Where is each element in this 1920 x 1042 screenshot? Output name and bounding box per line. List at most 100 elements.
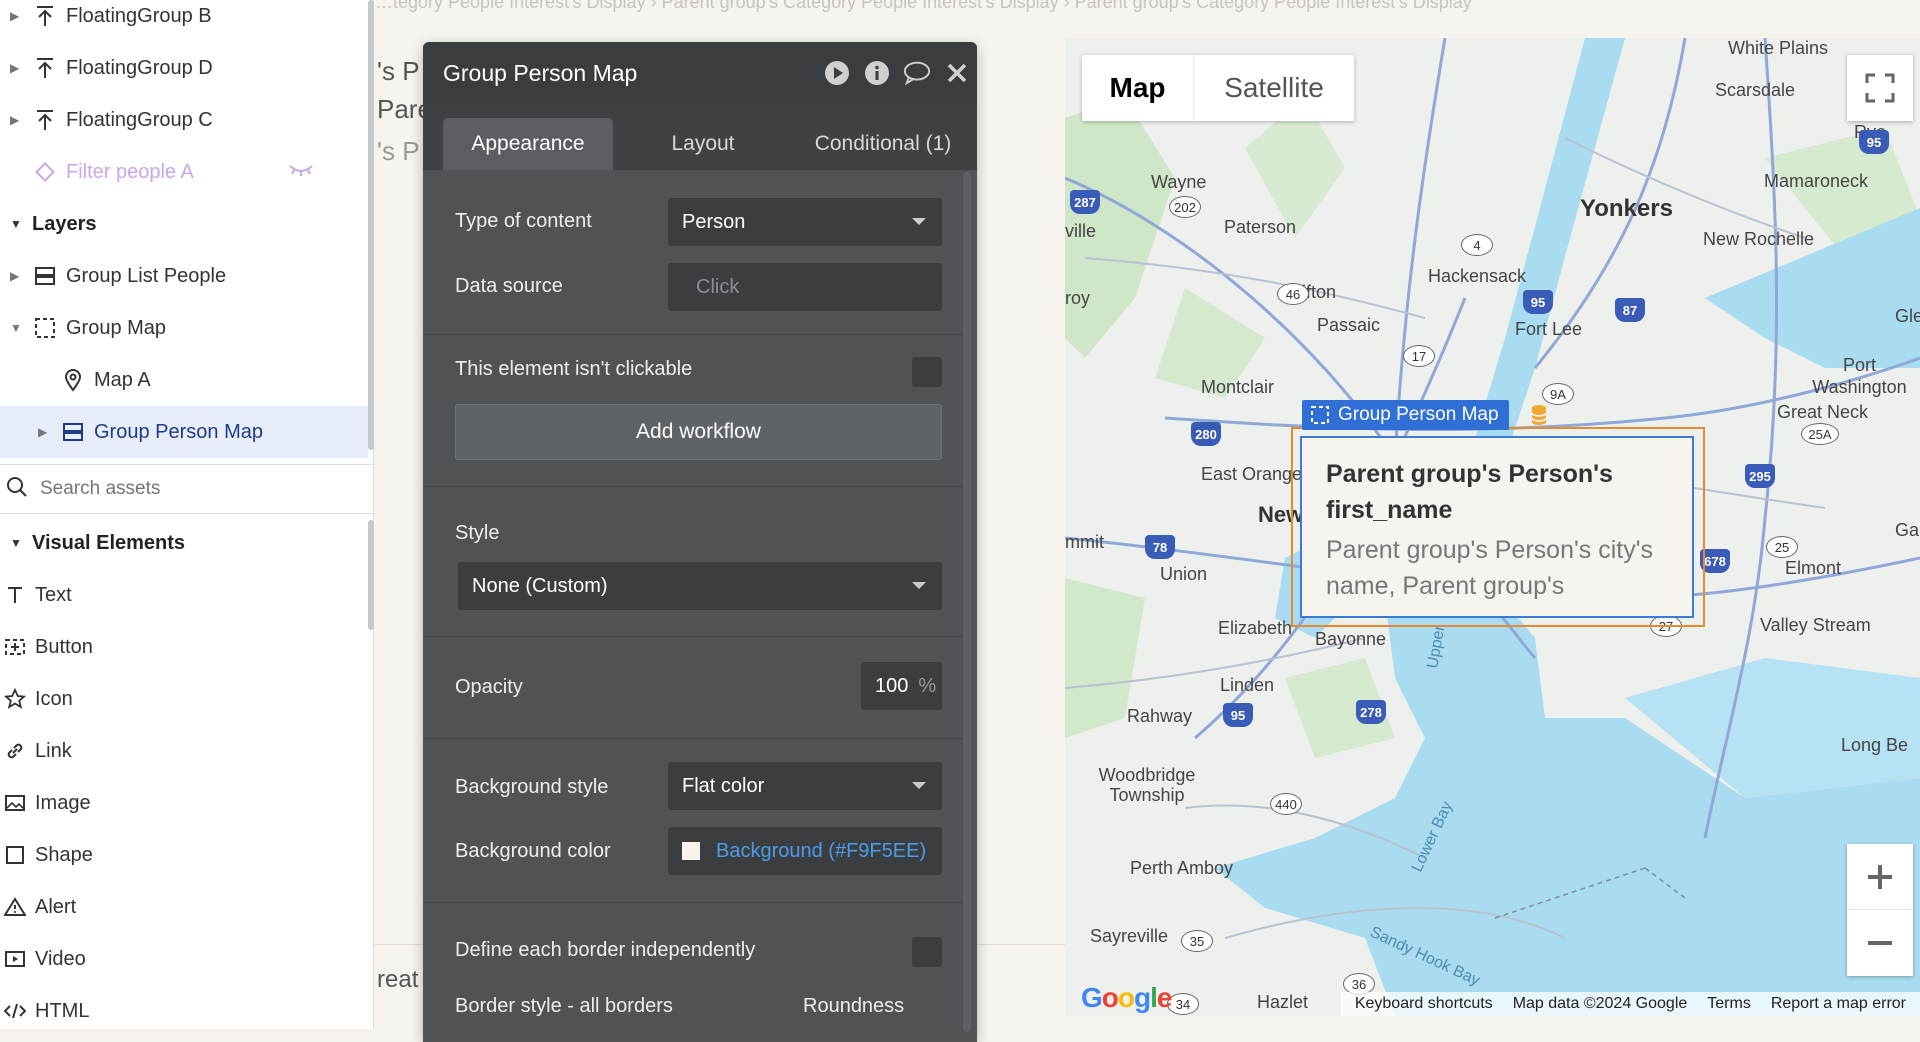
caret-right-icon[interactable]: ▶ [10, 61, 24, 75]
map-label: Gle [1895, 306, 1920, 326]
layer-item-group-person-map[interactable]: ▶ Group Person Map [0, 406, 368, 458]
image-icon [3, 793, 27, 813]
layer-item-group-list-people[interactable]: ▶ Group List People [0, 250, 368, 302]
type-of-content-dropdown[interactable]: Person [668, 198, 942, 246]
layer-item-map-a[interactable]: Map A [0, 354, 368, 406]
panel-scrollbar[interactable] [963, 172, 971, 1032]
group-person-map-card[interactable]: Parent group's Person's first_name Paren… [1300, 436, 1694, 618]
route-oval: 202 [1169, 196, 1201, 218]
terms-link[interactable]: Terms [1707, 995, 1751, 1013]
map-label: Passaic [1317, 315, 1381, 335]
border-independent-checkbox[interactable] [912, 937, 942, 967]
element-alert[interactable]: Alert [0, 881, 368, 933]
tab-conditional[interactable]: Conditional (1) [793, 118, 973, 170]
sidebar-scrollbar[interactable] [368, 0, 374, 450]
search-input[interactable] [38, 477, 338, 501]
keyboard-shortcuts-link[interactable]: Keyboard shortcuts [1355, 995, 1493, 1013]
eye-hidden-icon[interactable] [288, 160, 314, 186]
chevron-down-icon [912, 782, 926, 789]
style-dropdown[interactable]: None (Custom) [458, 562, 942, 610]
info-icon[interactable] [863, 59, 891, 87]
background-color-label: Background color [455, 840, 611, 862]
type-of-content-label: Type of content [455, 210, 592, 232]
map-pin-icon [60, 368, 86, 392]
background-color-picker[interactable]: Background (#F9F5EE) [668, 827, 942, 875]
element-button[interactable]: Button [0, 621, 368, 673]
tree-item-filter-people-a[interactable]: Filter people A [0, 146, 368, 198]
add-workflow-button[interactable]: Add workflow [455, 404, 942, 460]
tree-item-label: Filter people A [66, 160, 194, 183]
play-icon[interactable] [823, 59, 851, 87]
list-icon [32, 264, 58, 288]
map-label: Linden [1220, 675, 1275, 695]
caret-right-icon[interactable]: ▶ [10, 269, 24, 283]
opacity-value: 100 [875, 674, 909, 697]
background-style-dropdown[interactable]: Flat color [668, 762, 942, 810]
code-icon [3, 1001, 27, 1021]
map-type-satellite-button[interactable]: Satellite [1194, 55, 1354, 121]
google-logo: Google [1081, 982, 1172, 1013]
element-text[interactable]: Text [0, 569, 368, 621]
map-label: ville [1065, 221, 1097, 241]
highway-shield: 295 [1745, 464, 1775, 488]
highway-shield: 287 [1070, 190, 1100, 214]
tree-item-floatinggroup-c[interactable]: ▶ FloatingGroup C [0, 94, 368, 146]
element-image[interactable]: Image [0, 777, 368, 829]
element-html[interactable]: HTML [0, 985, 368, 1037]
layer-label: Group Map [66, 316, 167, 339]
close-icon[interactable] [943, 59, 971, 87]
map-label: Gar [1895, 520, 1920, 540]
caret-down-icon[interactable]: ▼ [10, 217, 24, 231]
not-clickable-checkbox[interactable] [912, 357, 942, 387]
caret-right-icon[interactable]: ▶ [10, 113, 24, 127]
map-attribution: Keyboard shortcuts Map data ©2024 Google… [1340, 992, 1920, 1016]
caret-right-icon[interactable]: ▶ [38, 425, 52, 439]
roundness-label: Roundness [803, 995, 905, 1017]
comment-icon[interactable] [903, 59, 931, 87]
layer-item-group-map[interactable]: ▼ Group Map [0, 302, 368, 354]
star-icon [3, 688, 27, 710]
breadcrumb: …tegory People Interest's Display › Pare… [375, 0, 1472, 12]
floating-group-icon [32, 4, 58, 28]
caret-right-icon[interactable]: ▶ [10, 9, 24, 23]
layers-section-header[interactable]: ▼ Layers [0, 199, 368, 249]
report-error-link[interactable]: Report a map error [1771, 995, 1906, 1013]
data-source-field[interactable]: Click [668, 263, 942, 311]
route-oval: 25 [1766, 536, 1798, 558]
canvas-text: 's P [377, 136, 420, 166]
tab-appearance[interactable]: Appearance [443, 118, 613, 170]
zoom-in-icon[interactable] [1847, 844, 1913, 910]
selected-element-badge[interactable]: Group Person Map [1302, 400, 1509, 430]
opacity-input[interactable]: 100 % [861, 662, 942, 710]
highway-shield: 278 [1356, 700, 1386, 724]
visual-elements-section-header[interactable]: ▼ Visual Elements [0, 518, 368, 568]
element-label: Button [35, 635, 93, 658]
element-label: Alert [35, 895, 77, 918]
group-icon [32, 316, 58, 340]
map-label: Hazlet [1257, 992, 1309, 1012]
tab-layout[interactable]: Layout [623, 118, 783, 170]
element-shape[interactable]: Shape [0, 829, 368, 881]
tree-item-floatinggroup-d[interactable]: ▶ FloatingGroup D [0, 42, 368, 94]
style-label: Style [455, 522, 500, 544]
diamond-icon [32, 160, 58, 184]
property-editor-panel: Group Person Map Appearance Layout Condi… [423, 42, 977, 1042]
caret-down-icon[interactable]: ▼ [10, 321, 24, 335]
color-swatch[interactable] [682, 842, 700, 860]
caret-down-icon[interactable]: ▼ [10, 536, 24, 550]
square-icon [3, 845, 27, 865]
map-data-text: Map data ©2024 Google [1512, 995, 1688, 1012]
map-label: Paterson [1224, 217, 1297, 237]
map-type-map-button[interactable]: Map [1082, 55, 1194, 121]
layers-heading: Layers [32, 212, 97, 235]
element-icon[interactable]: Icon [0, 673, 368, 725]
canvas-text: 's P [377, 56, 420, 86]
element-label: Shape [35, 843, 93, 866]
sidebar-scrollbar[interactable] [368, 520, 374, 630]
element-link[interactable]: Link [0, 725, 368, 777]
fullscreen-icon[interactable] [1847, 55, 1913, 121]
element-video[interactable]: Video [0, 933, 368, 985]
tree-item-floatinggroup-b[interactable]: ▶ FloatingGroup B [0, 0, 368, 42]
zoom-out-icon[interactable] [1847, 910, 1913, 976]
card-subtitle: Parent group's Person's city's name, Par… [1326, 536, 1653, 600]
